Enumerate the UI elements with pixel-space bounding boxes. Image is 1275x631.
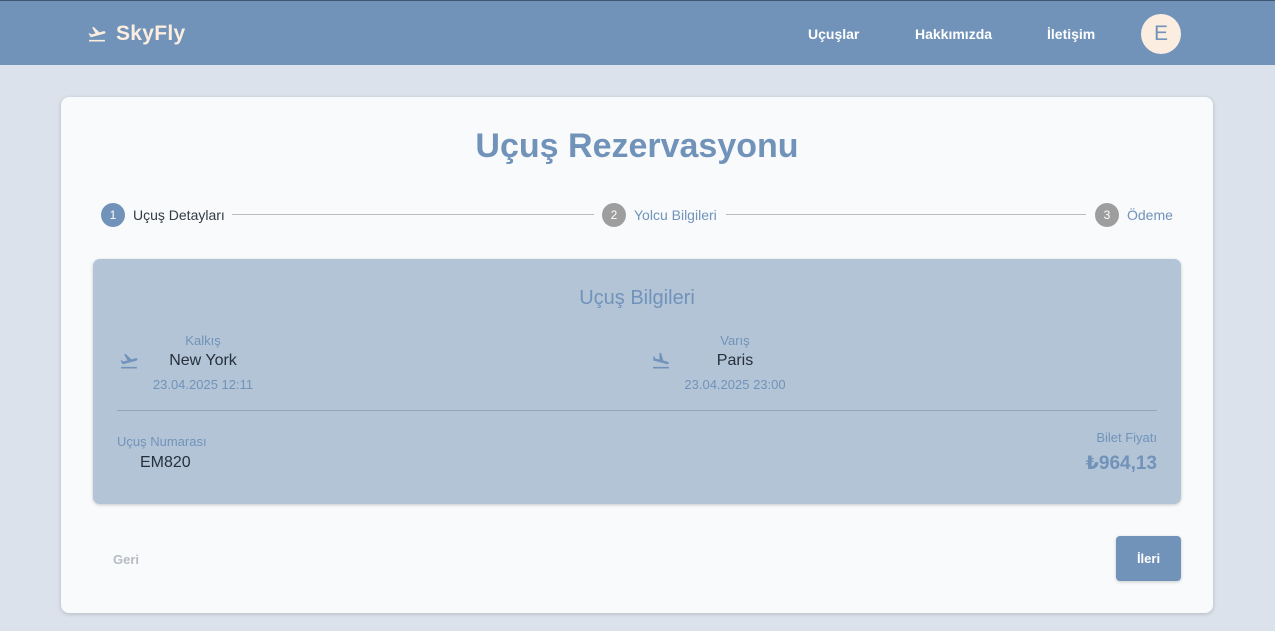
step-number: 3 xyxy=(1095,203,1119,227)
arrival-label: Varış xyxy=(720,333,750,348)
flight-land-icon xyxy=(650,351,672,376)
step-connector xyxy=(726,214,1086,215)
step-label: Ödeme xyxy=(1127,207,1173,223)
nav-link-about[interactable]: Hakkımızda xyxy=(915,26,992,42)
arrival-datetime: 23.04.2025 23:00 xyxy=(684,377,786,392)
brand-name: SkyFly xyxy=(116,22,186,45)
user-avatar[interactable]: E xyxy=(1141,14,1181,54)
step-number: 1 xyxy=(101,203,125,227)
departure-city: New York xyxy=(169,352,237,369)
nav-link-flights[interactable]: Uçuşlar xyxy=(808,26,859,42)
flight-takeoff-icon xyxy=(118,351,140,376)
next-button[interactable]: İleri xyxy=(1116,536,1181,581)
step-label: Uçuş Detayları xyxy=(133,207,225,223)
flight-info-panel: Uçuş Bilgileri Kalkış New York 23.04.202… xyxy=(93,259,1181,504)
booking-card: Uçuş Rezervasyonu 1 Uçuş Detayları 2 Yol… xyxy=(61,97,1213,613)
step-flight-details: 1 Uçuş Detayları xyxy=(101,203,225,227)
ticket-price-value: ₺964,13 xyxy=(1085,453,1157,474)
arrival-city: Paris xyxy=(716,352,754,369)
flight-number-value: EM820 xyxy=(140,454,191,471)
step-number: 2 xyxy=(602,203,626,227)
departure-datetime: 23.04.2025 12:11 xyxy=(152,377,254,392)
page-title: Uçuş Rezervasyonu xyxy=(475,127,799,165)
departure-label: Kalkış xyxy=(185,333,221,348)
panel-divider xyxy=(117,410,1157,411)
brand-logo[interactable]: SkyFly xyxy=(86,21,186,47)
step-connector xyxy=(232,214,594,215)
flight-number-label: Uçuş Numarası xyxy=(117,434,207,449)
nav-link-contact[interactable]: İletişim xyxy=(1047,26,1095,42)
step-passenger-info: 2 Yolcu Bilgileri xyxy=(602,203,717,227)
top-navbar: SkyFly Uçuşlar Hakkımızda İletişim E xyxy=(0,0,1275,65)
ticket-price-label: Bilet Fiyatı xyxy=(1096,430,1157,445)
flight-info-title: Uçuş Bilgileri xyxy=(579,287,695,309)
step-label: Yolcu Bilgileri xyxy=(634,207,717,223)
flight-takeoff-icon xyxy=(86,24,108,44)
back-button[interactable]: Geri xyxy=(103,544,149,574)
step-payment: 3 Ödeme xyxy=(1095,203,1173,227)
